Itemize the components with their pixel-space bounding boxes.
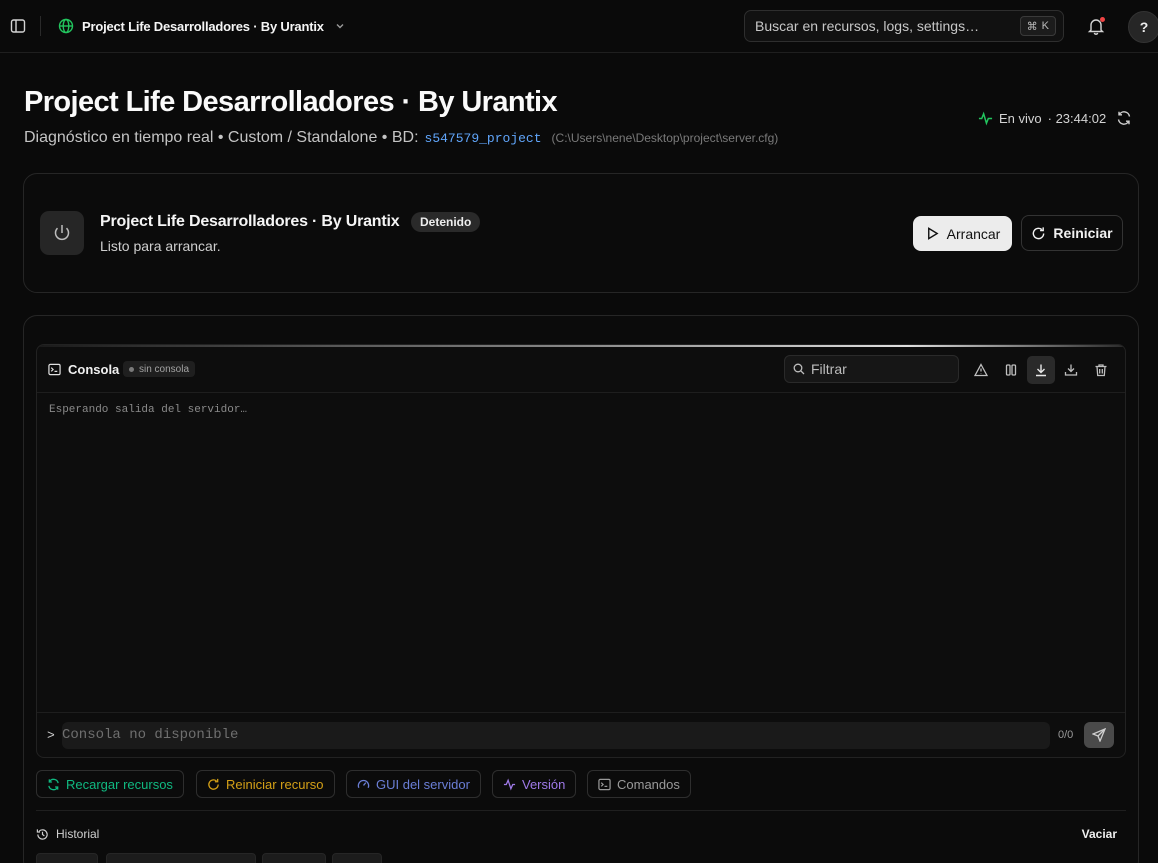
- play-icon: [925, 226, 940, 241]
- history-chip[interactable]: [332, 853, 382, 863]
- server-gui-label: GUI del servidor: [376, 776, 470, 792]
- clear-history-button[interactable]: Vaciar: [1082, 827, 1117, 841]
- console-title-label: Consola: [68, 362, 120, 377]
- divider: [36, 810, 1126, 811]
- command-key-icon: ⌘: [1026, 20, 1038, 33]
- download-icon[interactable]: [1057, 356, 1085, 384]
- restart-resource-button[interactable]: Reiniciar recurso: [196, 770, 335, 798]
- database-name: s547579_project: [424, 131, 542, 146]
- console-state-label: sin consola: [139, 363, 190, 375]
- console-state-badge: sin consola: [123, 361, 196, 377]
- warning-filter-icon[interactable]: [967, 356, 995, 384]
- rotate-icon: [207, 778, 220, 791]
- server-status-text: Listo para arrancar.: [100, 238, 221, 254]
- activity-icon: [978, 111, 993, 126]
- notifications-bell-icon[interactable]: [1086, 16, 1106, 36]
- server-status-card: Project Life Desarrolladores · By Uranti…: [23, 173, 1139, 293]
- restart-button-label: Reiniciar: [1053, 225, 1113, 241]
- console-prompt: >: [47, 728, 55, 743]
- history-counter: 0/0: [1058, 729, 1074, 741]
- history-header: Historial: [36, 827, 99, 841]
- history-icon: [36, 828, 49, 841]
- history-title: Historial: [56, 827, 100, 841]
- server-gui-button[interactable]: GUI del servidor: [346, 770, 481, 798]
- help-button[interactable]: ?: [1128, 11, 1158, 43]
- version-button[interactable]: Versión: [492, 770, 577, 798]
- filter-placeholder: Filtrar: [811, 361, 847, 377]
- config-path: (C:\Users\nene\Desktop\project\server.cf…: [551, 131, 779, 145]
- live-label: En vivo: [999, 110, 1042, 126]
- restart-resource-label: Reiniciar recurso: [226, 776, 324, 792]
- project-switcher-label: Project Life Desarrolladores · By Uranti…: [82, 18, 324, 34]
- subtitle-text: Diagnóstico en tiempo real • Custom / St…: [24, 129, 419, 146]
- history-chip[interactable]: [36, 853, 98, 863]
- console-card: Consola sin consola Filtrar Esperando sa…: [23, 315, 1139, 863]
- power-icon: [40, 211, 84, 255]
- commands-button[interactable]: Comandos: [587, 770, 691, 798]
- start-button[interactable]: Arrancar: [913, 216, 1012, 251]
- console-command-input[interactable]: Consola no disponible: [62, 722, 1050, 749]
- version-label: Versión: [522, 776, 566, 792]
- search-icon: [793, 363, 805, 375]
- reload-resources-label: Recargar recursos: [66, 776, 173, 792]
- globe-icon: [58, 18, 74, 34]
- pause-icon[interactable]: [997, 356, 1025, 384]
- activity-icon: [503, 778, 516, 791]
- send-icon[interactable]: [1084, 722, 1114, 748]
- live-time: · 23:44:02: [1047, 110, 1107, 126]
- topbar-divider: [40, 16, 41, 36]
- shortcut-key: K: [1041, 20, 1049, 32]
- status-badge: Detenido: [411, 212, 481, 232]
- terminal-icon: [48, 363, 61, 376]
- console-filter-input[interactable]: Filtrar: [784, 355, 959, 383]
- rotate-icon: [1031, 226, 1046, 241]
- console-input-bar: > Consola no disponible 0/0: [37, 712, 1125, 757]
- notification-dot: [1100, 17, 1105, 22]
- server-name: Project Life Desarrolladores · By Uranti…: [100, 213, 400, 230]
- global-search-input[interactable]: Buscar en recursos, logs, settings… ⌘ K: [744, 10, 1064, 42]
- autoscroll-icon[interactable]: [1027, 356, 1055, 384]
- search-placeholder: Buscar en recursos, logs, settings…: [755, 18, 980, 34]
- console-header: Consola sin consola Filtrar: [37, 345, 1125, 393]
- top-bar: Project Life Desarrolladores · By Uranti…: [0, 0, 1158, 53]
- console-output: Esperando salida del servidor…: [49, 404, 248, 416]
- live-indicator: En vivo · 23:44:02: [978, 110, 1106, 126]
- console-panel: Consola sin consola Filtrar Esperando sa…: [36, 344, 1126, 758]
- history-chip[interactable]: [106, 853, 256, 863]
- refresh-icon[interactable]: [1116, 110, 1132, 126]
- reload-icon: [47, 778, 60, 791]
- status-dot: [129, 366, 134, 372]
- console-title: Consola: [48, 362, 119, 377]
- commands-label: Comandos: [617, 776, 680, 792]
- search-shortcut: ⌘ K: [1019, 16, 1056, 36]
- page-subtitle: Diagnóstico en tiempo real • Custom / St…: [24, 129, 778, 147]
- terminal-icon: [598, 778, 611, 791]
- gauge-icon: [357, 778, 370, 791]
- trash-icon[interactable]: [1087, 356, 1115, 384]
- restart-button[interactable]: Reiniciar: [1021, 215, 1123, 251]
- reload-resources-button[interactable]: Recargar recursos: [36, 770, 184, 798]
- history-chip[interactable]: [262, 853, 326, 863]
- project-switcher[interactable]: Project Life Desarrolladores · By Uranti…: [58, 14, 346, 38]
- start-button-label: Arrancar: [946, 225, 1001, 242]
- sidebar-toggle-icon[interactable]: [8, 16, 28, 36]
- chevron-down-icon: [334, 20, 346, 32]
- page-title: Project Life Desarrolladores · By Uranti…: [24, 86, 558, 118]
